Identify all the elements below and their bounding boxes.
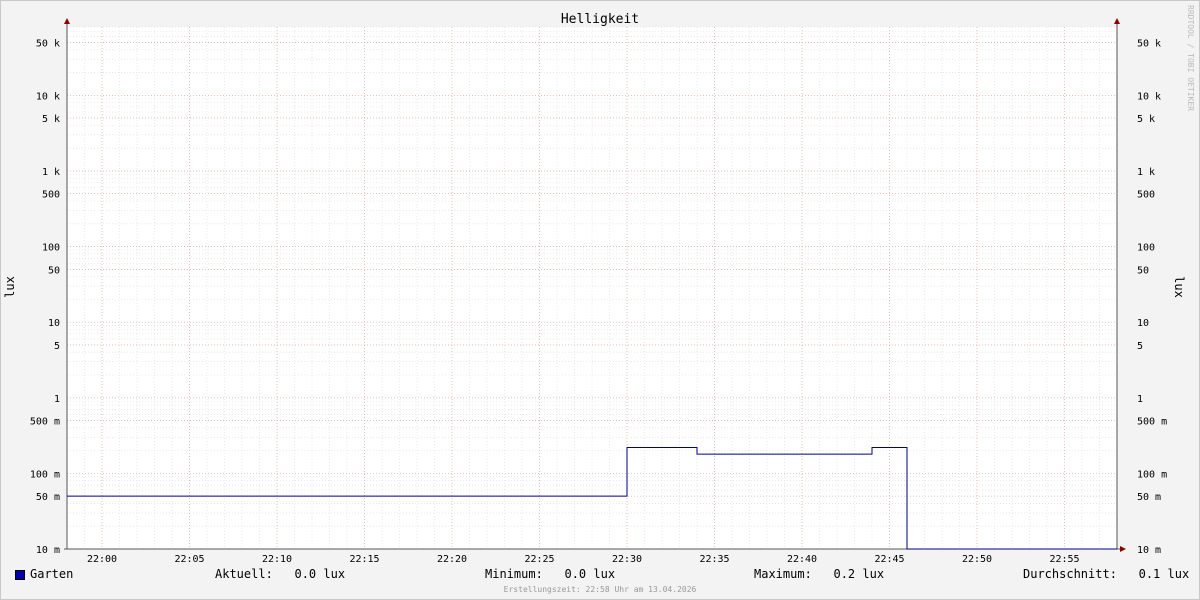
y-tick-label-right: 1 k [1137, 167, 1155, 178]
y-tick-label-right: 1 [1137, 394, 1143, 405]
x-tick-label: 22:30 [612, 554, 642, 565]
y-tick-label-right: 500 [1137, 190, 1155, 201]
y-axis-arrow-left [64, 18, 70, 24]
x-tick-label: 22:05 [174, 554, 204, 565]
y-tick-label-left: 50 [48, 265, 60, 276]
y-tick-label-right: 50 m [1137, 492, 1161, 503]
x-tick-label: 22:15 [349, 554, 379, 565]
y-axis-arrow-right [1114, 18, 1120, 24]
rrdtool-watermark: RRDTOOL / TOBI OETIKER [1186, 5, 1195, 111]
y-tick-label-left: 5 k [42, 114, 60, 125]
y-axis-label-left: lux [3, 276, 17, 298]
x-tick-label: 22:55 [1049, 554, 1079, 565]
creation-time-footer: Erstellungszeit: 22:58 Uhr am 13.04.2026 [503, 585, 697, 594]
x-axis-arrow [1120, 546, 1126, 552]
y-tick-label-right: 50 k [1137, 38, 1161, 49]
legend-minimum: Minimum: 0.0 lux [485, 567, 616, 581]
y-tick-label-right: 100 m [1137, 469, 1167, 480]
y-tick-label-left: 10 m [36, 545, 60, 556]
x-tick-label: 22:10 [262, 554, 292, 565]
y-tick-label-left: 50 k [36, 38, 60, 49]
y-tick-label-right: 50 [1137, 265, 1149, 276]
x-tick-label: 22:25 [524, 554, 554, 565]
chart-title: Helligkeit [561, 12, 639, 27]
y-tick-label-left: 500 m [30, 417, 60, 428]
y-tick-label-right: 5 k [1137, 114, 1155, 125]
y-tick-label-left: 10 k [36, 91, 60, 102]
x-tick-label: 22:40 [787, 554, 817, 565]
legend-durchschnitt: Durchschnitt: 0.1 lux [1023, 567, 1190, 581]
y-tick-label-left: 10 [48, 318, 60, 329]
y-tick-label-left: 500 [42, 190, 60, 201]
y-tick-label-left: 1 [54, 394, 60, 405]
y-tick-label-right: 500 m [1137, 417, 1167, 428]
y-tick-label-right: 10 m [1137, 545, 1161, 556]
grid-layer [66, 26, 1118, 550]
x-tick-label: 22:20 [437, 554, 467, 565]
y-tick-label-right: 10 k [1137, 91, 1161, 102]
y-tick-label-right: 100 [1137, 243, 1155, 254]
y-axis-label-right: lux [1172, 276, 1186, 298]
y-tick-label-right: 5 [1137, 341, 1143, 352]
x-tick-label: 22:45 [874, 554, 904, 565]
legend-aktuell: Aktuell: 0.0 lux [215, 567, 346, 581]
x-tick-label: 22:35 [699, 554, 729, 565]
y-tick-label-left: 100 [42, 243, 60, 254]
y-tick-label-right: 10 [1137, 318, 1149, 329]
y-tick-label-left: 50 m [36, 492, 60, 503]
chart-svg: 10 m 10 m 50 m 50 m 100 m 100 m 500 m 500 m 1 1 5 5… [3, 12, 1186, 565]
legend-swatch-garten [15, 570, 25, 580]
x-tick-label: 22:50 [962, 554, 992, 565]
legend-maximum: Maximum: 0.2 lux [754, 567, 885, 581]
legend-series-name: Garten [30, 567, 74, 581]
y-tick-label-left: 100 m [30, 469, 60, 480]
y-tick-label-left: 5 [54, 341, 60, 352]
x-tick-label: 22:00 [87, 554, 117, 565]
y-tick-label-left: 1 k [42, 167, 60, 178]
